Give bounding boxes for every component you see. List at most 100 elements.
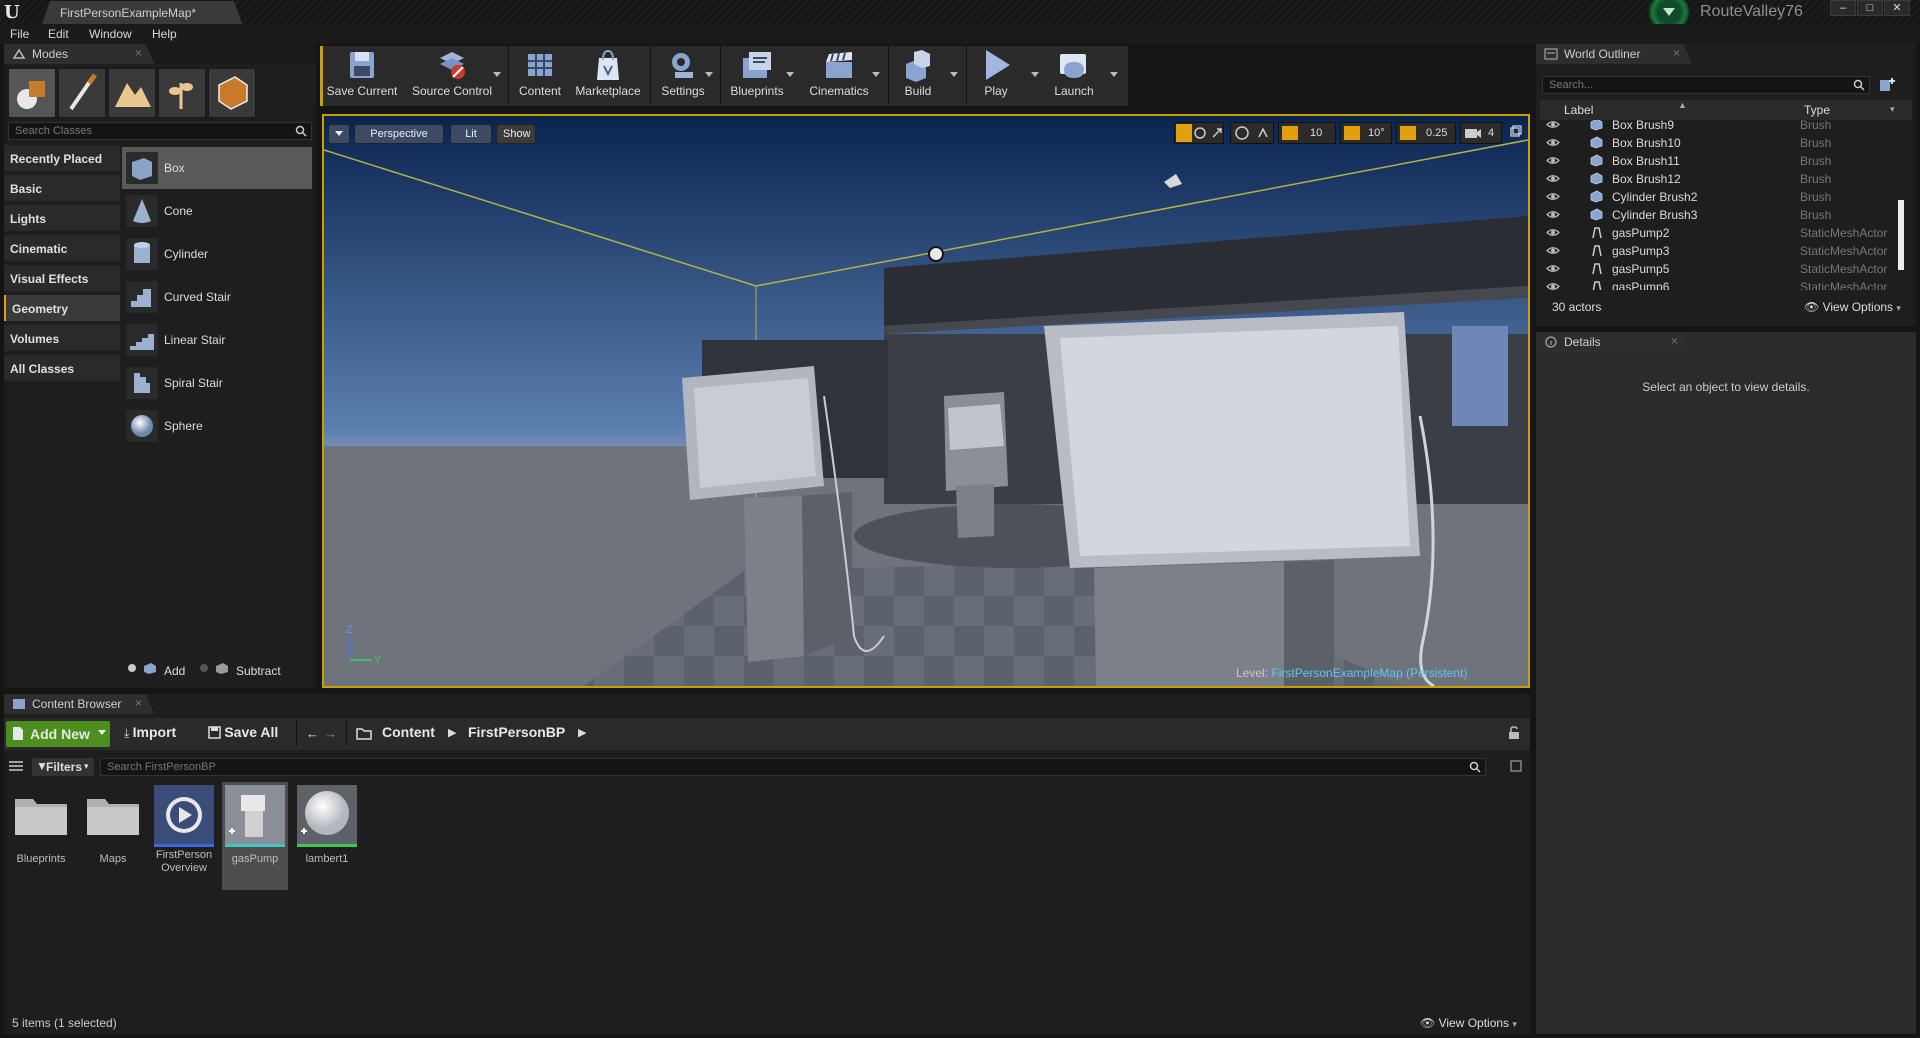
search-classes-input[interactable]: Search Classes — [8, 122, 312, 140]
asset-gaspump[interactable]: gasPump — [222, 782, 288, 890]
place-item-box[interactable]: Box — [122, 147, 312, 189]
asset-folder-maps[interactable]: Maps — [80, 782, 146, 890]
cinematics-button[interactable]: Cinematics — [800, 48, 878, 104]
settings-dropdown-icon[interactable] — [705, 72, 713, 78]
chevron-down-icon[interactable]: ▾ — [1890, 104, 1895, 115]
close-window-button[interactable]: ✕ — [1884, 0, 1910, 16]
visibility-eye-icon[interactable] — [1546, 120, 1560, 129]
asset-lambert1[interactable]: lambert1 — [294, 782, 360, 890]
transform-tools-group[interactable] — [1174, 122, 1224, 144]
history-forward-icon[interactable]: → — [324, 726, 337, 741]
category-lights[interactable]: Lights — [4, 205, 120, 231]
build-button[interactable]: Build — [892, 48, 944, 104]
world-outliner-tab[interactable]: World Outliner × — [1536, 44, 1692, 64]
menu-edit[interactable]: Edit — [48, 27, 69, 41]
launch-dropdown-icon[interactable] — [1110, 72, 1118, 78]
close-icon[interactable]: × — [1673, 46, 1680, 60]
lit-button[interactable]: Lit — [450, 124, 492, 144]
outliner-row[interactable]: gasPump2 StaticMeshActor — [1540, 224, 1900, 242]
perspective-button[interactable]: Perspective — [354, 124, 444, 144]
content-view-options-button[interactable]: 👁 View Options ▾ — [1420, 1016, 1517, 1030]
document-tab[interactable]: FirstPersonExampleMap* — [42, 1, 242, 24]
maximize-button[interactable]: □ — [1857, 0, 1883, 16]
camera-speed-control[interactable]: 4 — [1460, 122, 1502, 144]
outliner-row[interactable]: Box Brush9 Brush — [1540, 120, 1900, 134]
outliner-row[interactable]: Cylinder Brush2 Brush — [1540, 188, 1900, 206]
content-browser-tab[interactable]: Content Browser × — [4, 694, 154, 714]
outliner-row[interactable]: Box Brush10 Brush — [1540, 134, 1900, 152]
geometry-mode-button[interactable] — [208, 68, 256, 118]
content-button[interactable]: Content — [512, 48, 568, 104]
add-new-button[interactable]: Add New — [6, 721, 110, 747]
menu-file[interactable]: File — [10, 27, 29, 41]
blueprints-dropdown-icon[interactable] — [786, 72, 794, 78]
source-control-dropdown-icon[interactable] — [493, 72, 501, 78]
coordinate-space-toggle[interactable] — [1230, 122, 1274, 144]
visibility-eye-icon[interactable] — [1546, 228, 1560, 237]
asset-firstperson-overview[interactable]: FirstPerson Overview — [151, 782, 217, 890]
build-dropdown-icon[interactable] — [950, 72, 958, 78]
outliner-row[interactable]: gasPump5 StaticMeshActor — [1540, 260, 1900, 278]
save-current-button[interactable]: Save Current — [326, 48, 398, 104]
settings-button[interactable]: Settings — [654, 48, 712, 104]
outliner-row[interactable]: Cylinder Brush3 Brush — [1540, 206, 1900, 224]
foliage-mode-button[interactable] — [158, 68, 206, 118]
launch-button[interactable]: Launch — [1046, 48, 1102, 104]
outliner-row[interactable]: Box Brush12 Brush — [1540, 170, 1900, 188]
place-item-linear-stair[interactable]: Linear Stair — [122, 319, 312, 361]
visibility-eye-icon[interactable] — [1546, 210, 1560, 219]
sources-panel-icon[interactable] — [8, 760, 24, 772]
paint-mode-button[interactable] — [58, 68, 106, 118]
category-geometry[interactable]: Geometry — [4, 295, 120, 321]
search-icon[interactable] — [295, 125, 307, 137]
show-button[interactable]: Show — [496, 124, 536, 144]
category-recently-placed[interactable]: Recently Placed — [4, 145, 120, 171]
scale-snap-control[interactable]: 0.25 — [1396, 122, 1456, 144]
import-button[interactable]: ⤓ Import — [124, 724, 176, 741]
path-separator-icon[interactable]: ▶ — [448, 726, 456, 739]
menu-window[interactable]: Window — [89, 27, 132, 41]
place-mode-button[interactable] — [8, 68, 56, 118]
cinematics-dropdown-icon[interactable] — [872, 72, 880, 78]
play-button[interactable]: Play — [970, 48, 1022, 104]
content-search-input[interactable]: Search FirstPersonBP — [100, 758, 1486, 776]
category-cinematic[interactable]: Cinematic — [4, 235, 120, 261]
filters-button[interactable]: ▼ Filters ▾ — [32, 758, 94, 776]
path-content[interactable]: Content — [382, 724, 435, 740]
outliner-row[interactable]: gasPump3 StaticMeshActor — [1540, 242, 1900, 260]
source-control-button[interactable]: Source Control — [406, 48, 498, 104]
outliner-search-input[interactable]: Search... — [1542, 76, 1870, 94]
maximize-viewport-icon[interactable] — [1510, 125, 1522, 137]
category-basic[interactable]: Basic — [4, 175, 120, 201]
path-firstpersonbp[interactable]: FirstPersonBP — [468, 724, 565, 740]
user-name[interactable]: RouteValley76 — [1700, 3, 1803, 21]
menu-help[interactable]: Help — [152, 27, 177, 41]
visibility-eye-icon[interactable] — [1546, 246, 1560, 255]
category-visual-effects[interactable]: Visual Effects — [4, 265, 120, 291]
save-search-icon[interactable] — [1510, 760, 1522, 772]
viewport-options-button[interactable] — [328, 124, 350, 144]
place-item-sphere[interactable]: Sphere — [122, 405, 312, 447]
history-back-icon[interactable]: ← — [306, 726, 319, 741]
search-icon[interactable] — [1853, 79, 1865, 91]
close-icon[interactable]: × — [135, 46, 142, 60]
landscape-mode-button[interactable] — [108, 68, 156, 118]
visibility-eye-icon[interactable] — [1546, 174, 1560, 183]
category-all-classes[interactable]: All Classes — [4, 355, 120, 381]
blueprints-button[interactable]: Blueprints — [724, 48, 790, 104]
outliner-row[interactable]: gasPump6 StaticMeshActor — [1540, 278, 1900, 290]
search-icon[interactable] — [1469, 761, 1481, 773]
subtract-radio[interactable] — [200, 664, 208, 672]
type-column-header[interactable]: Type — [1804, 103, 1830, 117]
category-volumes[interactable]: Volumes — [4, 325, 120, 351]
asset-folder-blueprints[interactable]: Blueprints — [8, 782, 74, 890]
close-icon[interactable]: × — [1671, 334, 1678, 348]
place-item-cone[interactable]: Cone — [122, 190, 312, 232]
path-separator-icon[interactable]: ▶ — [578, 726, 586, 739]
close-icon[interactable]: × — [135, 696, 142, 710]
folder-open-icon[interactable] — [356, 727, 372, 740]
outliner-scrollbar[interactable] — [1898, 200, 1904, 270]
details-tab[interactable]: Details × — [1536, 332, 1690, 352]
unreal-logo-icon[interactable]: U — [4, 2, 26, 23]
place-item-curved-stair[interactable]: Curved Stair — [122, 276, 312, 318]
